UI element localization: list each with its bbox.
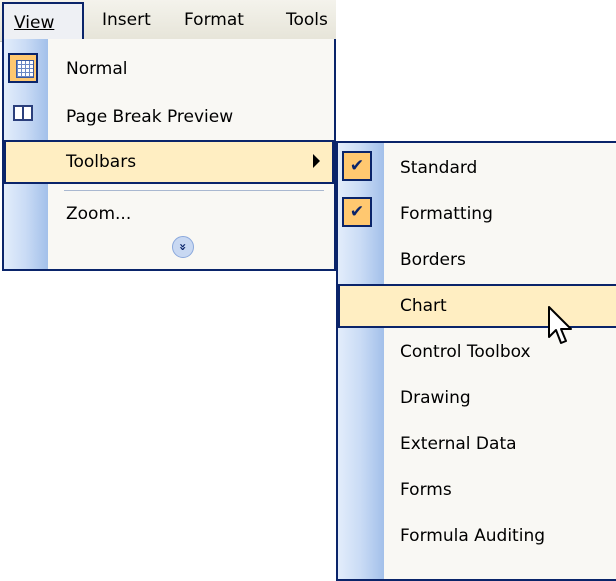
checkmark-icon: ✔ — [342, 151, 372, 181]
menu-format-label: Format — [184, 10, 244, 30]
toolbar-item-standard[interactable]: ✔ Standard — [338, 146, 616, 190]
menu-item-toolbars[interactable]: Toolbars — [4, 140, 334, 184]
view-menu: Normal Page Break Preview Toolbars Zoom.… — [2, 39, 336, 271]
toolbar-item-label: Standard — [400, 158, 478, 178]
toolbar-item-forms[interactable]: Forms — [338, 468, 616, 512]
toolbar-item-label: Forms — [400, 480, 452, 500]
menu-item-normal-label: Normal — [66, 59, 128, 79]
toolbar-item-formatting[interactable]: ✔ Formatting — [338, 192, 616, 236]
menu-view-label: View — [14, 13, 55, 33]
menu-insert[interactable]: Insert — [98, 0, 155, 41]
menu-expand-row[interactable]: » — [4, 233, 334, 265]
menu-tools[interactable]: Tools — [282, 0, 336, 41]
toolbar-item-label: Borders — [400, 250, 466, 270]
submenu-arrow-icon — [313, 154, 320, 168]
toolbar-item-label: External Data — [400, 434, 517, 454]
toolbar-item-label: Formula Auditing — [400, 526, 546, 546]
toolbar-item-label: Formatting — [400, 204, 493, 224]
toolbar-item-external-data[interactable]: External Data — [338, 422, 616, 466]
checkmark-icon: ✔ — [342, 197, 372, 227]
menu-insert-label: Insert — [102, 10, 151, 30]
menu-separator — [64, 190, 324, 191]
menu-item-zoom-label: Zoom... — [66, 204, 132, 224]
toolbar-item-chart[interactable]: Chart — [338, 284, 616, 328]
menu-format[interactable]: Format — [180, 0, 248, 41]
mouse-cursor-icon — [548, 306, 572, 344]
expand-chevron-icon[interactable]: » — [172, 236, 194, 258]
page-break-preview-icon — [13, 105, 33, 121]
normal-view-icon — [8, 53, 38, 83]
toolbar-item-control-toolbox[interactable]: Control Toolbox — [338, 330, 616, 374]
toolbar-item-drawing[interactable]: Drawing — [338, 376, 616, 420]
menu-bar: View Insert Format Tools — [0, 0, 336, 42]
menu-item-page-break-preview[interactable]: Page Break Preview — [4, 95, 334, 139]
toolbars-submenu: ✔ Standard ✔ Formatting Borders Chart Control … — [336, 141, 616, 581]
menu-tools-label: Tools — [286, 10, 328, 30]
toolbar-item-label: Drawing — [400, 388, 471, 408]
toolbar-item-borders[interactable]: Borders — [338, 238, 616, 282]
toolbar-item-formula-auditing[interactable]: Formula Auditing — [338, 514, 616, 558]
menu-item-zoom[interactable]: Zoom... — [4, 192, 334, 236]
menu-item-toolbars-label: Toolbars — [66, 152, 137, 172]
toolbar-item-label: Chart — [400, 296, 447, 316]
menu-item-normal[interactable]: Normal — [4, 47, 334, 91]
toolbar-item-label: Control Toolbox — [400, 342, 531, 362]
menu-item-page-break-preview-label: Page Break Preview — [66, 107, 234, 127]
menu-view[interactable]: View — [2, 2, 84, 41]
